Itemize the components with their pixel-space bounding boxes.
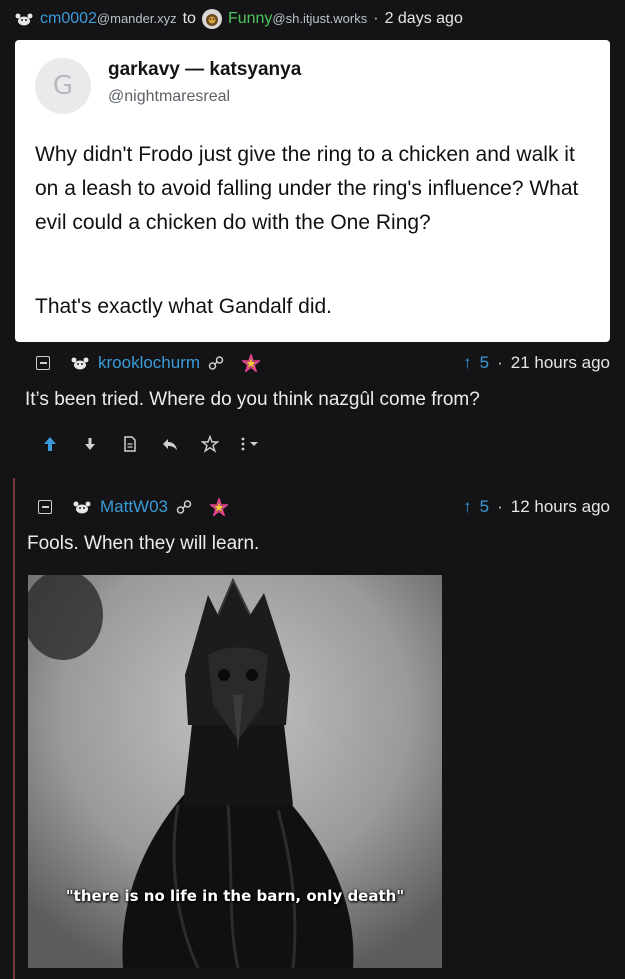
tweet-punchline: That's exactly what Gandalf did.: [35, 295, 332, 318]
comment-header: krooklochurm ↑ 5 · 21 hours ago: [36, 353, 610, 373]
tweet-text: Why didn't Frodo just give the ring to a…: [35, 143, 579, 234]
to-label: to: [182, 10, 196, 27]
collapse-button[interactable]: [36, 356, 50, 370]
comment-username[interactable]: MattW03: [100, 497, 168, 517]
meme-image[interactable]: "there is no life in the barn, only deat…: [28, 575, 442, 968]
comment-score: 5: [479, 353, 490, 372]
comment-score: 5: [479, 497, 490, 516]
community-icon[interactable]: [201, 9, 222, 29]
comment-action-bar: [30, 432, 270, 456]
comment-separator: ·: [497, 353, 503, 372]
thread-indent-line[interactable]: [13, 478, 15, 979]
commenter-avatar-icon[interactable]: [70, 355, 90, 371]
commenter-avatar-icon[interactable]: [72, 499, 92, 515]
tweet-display-name: garkavy — katsyanya: [108, 59, 302, 80]
link-icon[interactable]: [208, 355, 224, 371]
view-source-icon[interactable]: [110, 432, 150, 456]
score-arrow-icon: ↑: [463, 497, 472, 516]
comment-age: 12 hours ago: [510, 497, 610, 516]
chicken-nazgul-image: [28, 575, 442, 968]
tweet-avatar: G: [35, 58, 91, 114]
comment-separator: ·: [497, 497, 503, 516]
comment-mattw03: MattW03 ↑ 5 · 12 hours ago: [38, 497, 610, 517]
upvote-icon[interactable]: [30, 432, 70, 456]
link-icon[interactable]: [176, 499, 192, 515]
collapse-button[interactable]: [38, 500, 52, 514]
reply-icon[interactable]: [150, 432, 190, 456]
more-options-icon[interactable]: [230, 432, 270, 456]
tweet-handle: @nightmaresreal: [108, 88, 231, 105]
post-author-name[interactable]: cm0002: [40, 10, 97, 27]
community-instance[interactable]: @sh.itjust.works: [272, 11, 367, 26]
save-star-icon[interactable]: [190, 432, 230, 456]
community-name[interactable]: Funny: [228, 10, 272, 27]
comment-text: It’s been tried. Where do you think nazg…: [25, 389, 480, 410]
header-separator: ·: [373, 10, 379, 27]
author-avatar-icon[interactable]: [14, 11, 34, 27]
post-author-instance[interactable]: @mander.xyz: [97, 11, 177, 26]
comment-krooklochurm: krooklochurm ↑ 5 · 21 hours ago: [36, 353, 610, 373]
comment-age: 21 hours ago: [510, 353, 610, 372]
post-age: 2 days ago: [384, 10, 463, 27]
downvote-icon[interactable]: [70, 432, 110, 456]
tweet-screenshot-card: G garkavy — katsyanya @nightmaresreal Wh…: [15, 40, 610, 342]
comment-header: MattW03 ↑ 5 · 12 hours ago: [38, 497, 610, 517]
score-arrow-icon: ↑: [463, 353, 472, 372]
rainbow-star-icon: [210, 498, 229, 516]
meme-caption: "there is no life in the barn, only deat…: [65, 887, 405, 905]
comment-username[interactable]: krooklochurm: [98, 353, 200, 373]
rainbow-star-icon: [242, 354, 261, 372]
comment-text: Fools. When they will learn.: [27, 533, 260, 554]
post-header: cm0002@mander.xyz to Funny@sh.itjust.wor…: [14, 6, 617, 32]
